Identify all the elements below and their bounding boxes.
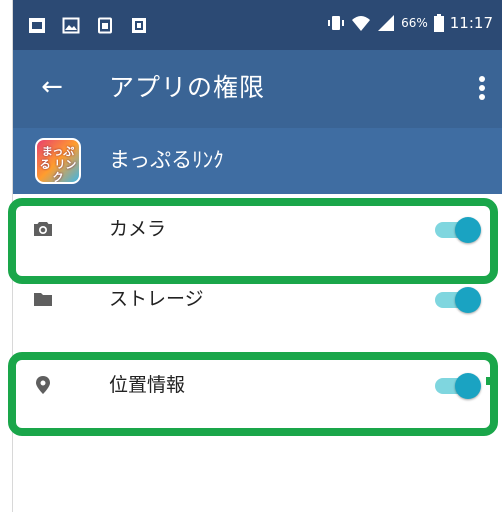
app-logo: まっぷる リンク <box>35 138 81 184</box>
app-header: まっぷる リンク まっぷるﾘﾝｸ <box>13 128 502 194</box>
notification-icons <box>28 17 148 34</box>
battery-icon <box>433 14 444 32</box>
location-highlight-box <box>8 352 498 436</box>
page-title: アプリの権限 <box>109 73 266 102</box>
battery-percent: 66% <box>401 16 428 30</box>
system-status: 66% 11:17 <box>327 14 493 32</box>
image-icon <box>62 17 80 34</box>
app-logo-text: まっぷる リンク <box>39 145 77 184</box>
highlight-pointer <box>486 377 498 385</box>
storage-toggle[interactable] <box>429 286 485 314</box>
app-bar: ← アプリの権限 <box>13 50 502 128</box>
app-name: まっぷるﾘﾝｸ <box>109 148 224 172</box>
more-vert-icon[interactable] <box>471 72 493 104</box>
signal-icon <box>378 15 395 31</box>
toggle-thumb <box>455 287 481 313</box>
folder-icon <box>34 293 52 306</box>
sim-icon <box>98 17 112 34</box>
wifi-icon <box>352 16 371 31</box>
back-arrow-icon[interactable]: ← <box>37 72 67 102</box>
status-bar: 66% 11:17 <box>13 0 502 50</box>
gallery-icon <box>29 18 45 33</box>
clock: 11:17 <box>449 14 493 32</box>
camera-highlight-box <box>8 198 498 284</box>
vibrate-icon <box>328 16 345 30</box>
permission-label: ストレージ <box>109 288 204 310</box>
document-icon <box>132 18 146 33</box>
